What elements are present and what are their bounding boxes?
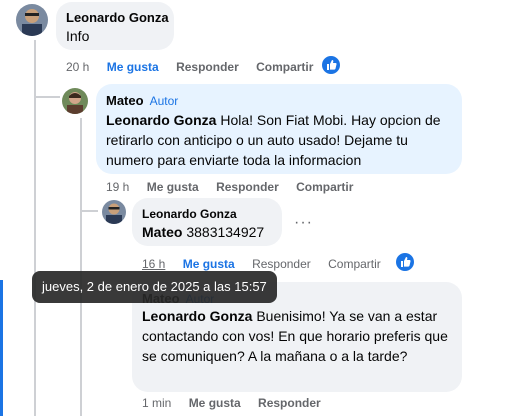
comment-time[interactable]: 1 min [142, 396, 171, 410]
share-button[interactable]: Compartir [256, 60, 313, 74]
comment-actions: 1 min Me gusta Responder [142, 396, 335, 410]
author-badge: Autor [149, 94, 179, 108]
comment-time[interactable]: 19 h [106, 180, 129, 194]
reply-button[interactable]: Responder [176, 60, 239, 74]
comment-actions: 16 h Me gusta Responder Compartir [142, 257, 395, 271]
comment-time[interactable]: 20 h [66, 60, 89, 74]
thread-line [80, 210, 98, 212]
like-button[interactable]: Me gusta [107, 60, 159, 74]
comment-text: Mateo 3883134927 [142, 222, 264, 242]
reply-button[interactable]: Responder [252, 257, 311, 271]
comment-author[interactable]: Leonardo Gonza [142, 207, 237, 221]
thumbs-up-icon[interactable] [394, 251, 416, 273]
thumbs-up-icon[interactable] [320, 54, 342, 76]
comment-text: Info [66, 28, 90, 44]
share-button[interactable]: Compartir [296, 180, 353, 194]
avatar[interactable] [16, 4, 48, 36]
more-options-icon[interactable]: ··· [294, 214, 313, 232]
comment-header: Mateo Autor [106, 92, 178, 110]
comment-time[interactable]: 16 h [142, 257, 165, 271]
avatar[interactable] [62, 88, 88, 114]
comment-text: Leonardo Gonza Hola! Son Fiat Mobi. Hay … [106, 110, 456, 170]
like-button[interactable]: Me gusta [189, 396, 241, 410]
reply-button[interactable]: Responder [216, 180, 279, 194]
comment-author[interactable]: Mateo [106, 93, 144, 108]
avatar[interactable] [102, 200, 126, 224]
share-button[interactable]: Compartir [328, 257, 381, 271]
comment-bubble: Leonardo Gonza Info [56, 2, 174, 50]
comment-bubble: Leonardo Gonza Mateo 3883134927 [132, 198, 282, 246]
like-button[interactable]: Me gusta [147, 180, 199, 194]
comment-text: Leonardo Gonza Buenisimo! Ya se van a es… [142, 306, 457, 366]
comment-bubble: Mateo Autor Leonardo Gonza Hola! Son Fiat… [96, 84, 462, 174]
highlight-bar [0, 280, 3, 416]
comment-actions: 20 h Me gusta Responder Compartir [66, 60, 327, 74]
comment-body: 3883134927 [182, 224, 265, 240]
comment-author[interactable]: Leonardo Gonza [66, 10, 169, 25]
mention-link[interactable]: Leonardo Gonza [142, 308, 252, 324]
like-button[interactable]: Me gusta [183, 257, 235, 271]
thread-line [34, 96, 60, 98]
mention-link[interactable]: Leonardo Gonza [106, 112, 216, 128]
thread-line [80, 118, 82, 416]
mention-link[interactable]: Mateo [142, 224, 182, 240]
timestamp-tooltip: jueves, 2 de enero de 2025 a las 15:57 [32, 271, 277, 303]
comment-actions: 19 h Me gusta Responder Compartir [106, 180, 367, 194]
reply-button[interactable]: Responder [258, 396, 321, 410]
